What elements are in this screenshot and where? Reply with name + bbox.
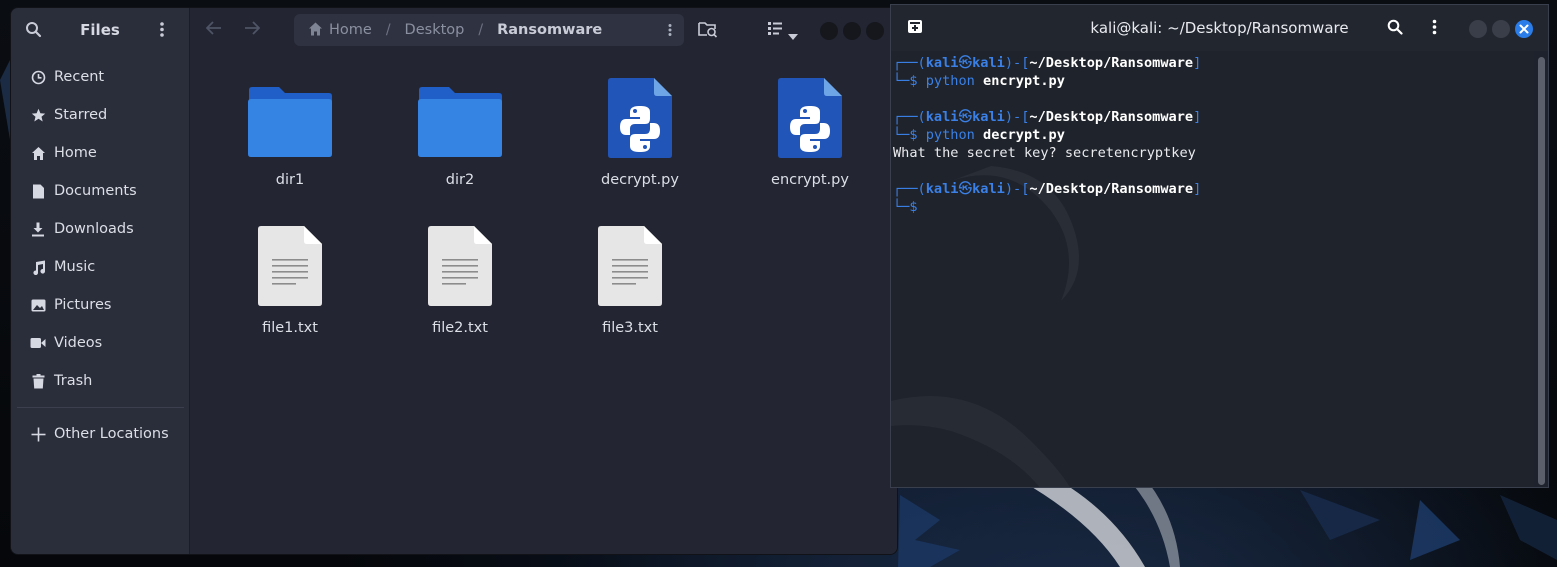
document-icon <box>30 183 46 199</box>
sidebar-item-documents[interactable]: Documents <box>11 172 189 210</box>
music-icon <box>30 259 46 275</box>
file-item[interactable]: file1.txt <box>215 226 365 336</box>
search-icon[interactable] <box>1387 19 1403 39</box>
python-file-icon <box>608 78 672 158</box>
sidebar-item-recent[interactable]: Recent <box>11 58 189 96</box>
maximize-button[interactable] <box>843 22 861 40</box>
text-file-icon <box>428 226 492 306</box>
terminal-output[interactable]: ┌──(kali㉿kali)-[~/Desktop/Ransomware] └─… <box>891 51 1534 487</box>
files-main-area: Home / Desktop / Ransomware dir1 dir2 de… <box>190 8 897 554</box>
file-name: file2.txt <box>432 320 488 336</box>
forward-arrow-icon[interactable] <box>244 20 261 39</box>
prompt-line: ┌──(kali㉿kali)-[~/Desktop/Ransomware] <box>893 181 1202 197</box>
sidebar-item-pictures[interactable]: Pictures <box>11 286 189 324</box>
breadcrumb-home[interactable]: Home <box>329 22 372 38</box>
minimize-button[interactable] <box>1469 20 1487 38</box>
close-button[interactable] <box>1515 20 1533 38</box>
sidebar-item-downloads[interactable]: Downloads <box>11 210 189 248</box>
star-icon <box>30 107 46 123</box>
sidebar-item-starred[interactable]: Starred <box>11 96 189 134</box>
breadcrumb-desktop[interactable]: Desktop <box>405 22 465 38</box>
text-file-icon <box>598 226 662 306</box>
files-window: Files Recent Starred Home Documents Down… <box>10 7 898 555</box>
python-file-icon <box>778 78 842 158</box>
sidebar-header: Files <box>11 8 189 52</box>
sidebar-item-label: Recent <box>54 69 105 85</box>
home-icon <box>308 21 323 40</box>
sidebar-item-label: Videos <box>54 335 103 351</box>
view-list-icon[interactable] <box>768 20 782 39</box>
file-name: decrypt.py <box>601 172 679 188</box>
terminal-headerbar: kali@kali: ~/Desktop/Ransomware <box>891 5 1548 51</box>
command-output: What the secret key? secretencryptkey <box>893 145 1196 161</box>
terminal-window: kali@kali: ~/Desktop/Ransomware ┌──(kali… <box>890 4 1549 488</box>
file-name: dir1 <box>275 172 305 188</box>
sidebar-item-label: Documents <box>54 183 137 199</box>
videos-icon <box>30 335 46 351</box>
file-name: file3.txt <box>602 320 658 336</box>
recent-icon <box>30 69 46 85</box>
files-headerbar: Home / Desktop / Ransomware <box>190 8 897 52</box>
breadcrumb-separator: / <box>385 22 391 38</box>
download-icon <box>30 221 46 237</box>
prompt-line: ┌──(kali㉿kali)-[~/Desktop/Ransomware] <box>893 109 1202 125</box>
command-line: └─$ python encrypt.py <box>893 73 1065 89</box>
terminal-title: kali@kali: ~/Desktop/Ransomware <box>1090 19 1349 37</box>
sidebar-item-music[interactable]: Music <box>11 248 189 286</box>
file-name: dir2 <box>445 172 475 188</box>
text-file-icon <box>258 226 322 306</box>
sidebar-item-home[interactable]: Home <box>11 134 189 172</box>
terminal-text: ┌──(kali㉿kali)-[~/Desktop/Ransomware] └─… <box>893 54 1201 216</box>
folder-icon <box>248 87 332 157</box>
breadcrumb-separator: / <box>478 22 484 38</box>
sidebar-item-videos[interactable]: Videos <box>11 324 189 362</box>
pictures-icon <box>30 297 46 313</box>
trash-icon <box>30 373 46 389</box>
sidebar-item-label: Home <box>54 145 97 161</box>
maximize-button[interactable] <box>1492 20 1510 38</box>
home-icon <box>30 145 46 161</box>
plus-icon <box>30 426 46 442</box>
sidebar-item-label: Downloads <box>54 221 134 237</box>
close-button[interactable] <box>866 22 884 40</box>
file-name: file1.txt <box>262 320 318 336</box>
sidebar-item-label: Pictures <box>54 297 112 313</box>
command-line: └─$ <box>893 199 926 215</box>
prompt-line: ┌──(kali㉿kali)-[~/Desktop/Ransomware] <box>893 55 1202 71</box>
breadcrumb: Home / Desktop / Ransomware <box>294 14 684 46</box>
terminal-scrollbar[interactable] <box>1538 57 1545 485</box>
file-item[interactable]: file3.txt <box>555 226 705 336</box>
sidebar-item-trash[interactable]: Trash <box>11 362 189 400</box>
sidebar-item-label: Music <box>54 259 96 275</box>
kebab-menu-icon[interactable] <box>1432 19 1437 39</box>
close-icon <box>1519 24 1529 34</box>
file-item[interactable]: decrypt.py <box>565 78 715 188</box>
kebab-menu-icon[interactable] <box>159 21 165 42</box>
search-folder-icon[interactable] <box>698 20 718 42</box>
path-menu-icon[interactable] <box>668 22 672 41</box>
sidebar-divider <box>17 407 184 408</box>
chevron-down-icon[interactable] <box>788 25 798 44</box>
sidebar-item-other-locations[interactable]: Other Locations <box>11 415 189 453</box>
sidebar-item-label: Starred <box>54 107 108 123</box>
back-arrow-icon[interactable] <box>205 20 222 39</box>
minimize-button[interactable] <box>820 22 838 40</box>
file-item[interactable]: file2.txt <box>385 226 535 336</box>
file-item[interactable]: encrypt.py <box>735 78 885 188</box>
sidebar: Files Recent Starred Home Documents Down… <box>11 8 190 554</box>
file-item[interactable]: dir1 <box>215 86 365 188</box>
file-name: encrypt.py <box>771 172 849 188</box>
sidebar-item-label: Trash <box>54 373 93 389</box>
places-list: Recent Starred Home Documents Downloads … <box>11 58 189 453</box>
sidebar-item-label: Other Locations <box>54 426 169 442</box>
breadcrumb-ransomware[interactable]: Ransomware <box>497 22 602 38</box>
command-line: └─$ python decrypt.py <box>893 127 1065 143</box>
file-item[interactable]: dir2 <box>385 86 535 188</box>
folder-icon <box>418 87 502 157</box>
